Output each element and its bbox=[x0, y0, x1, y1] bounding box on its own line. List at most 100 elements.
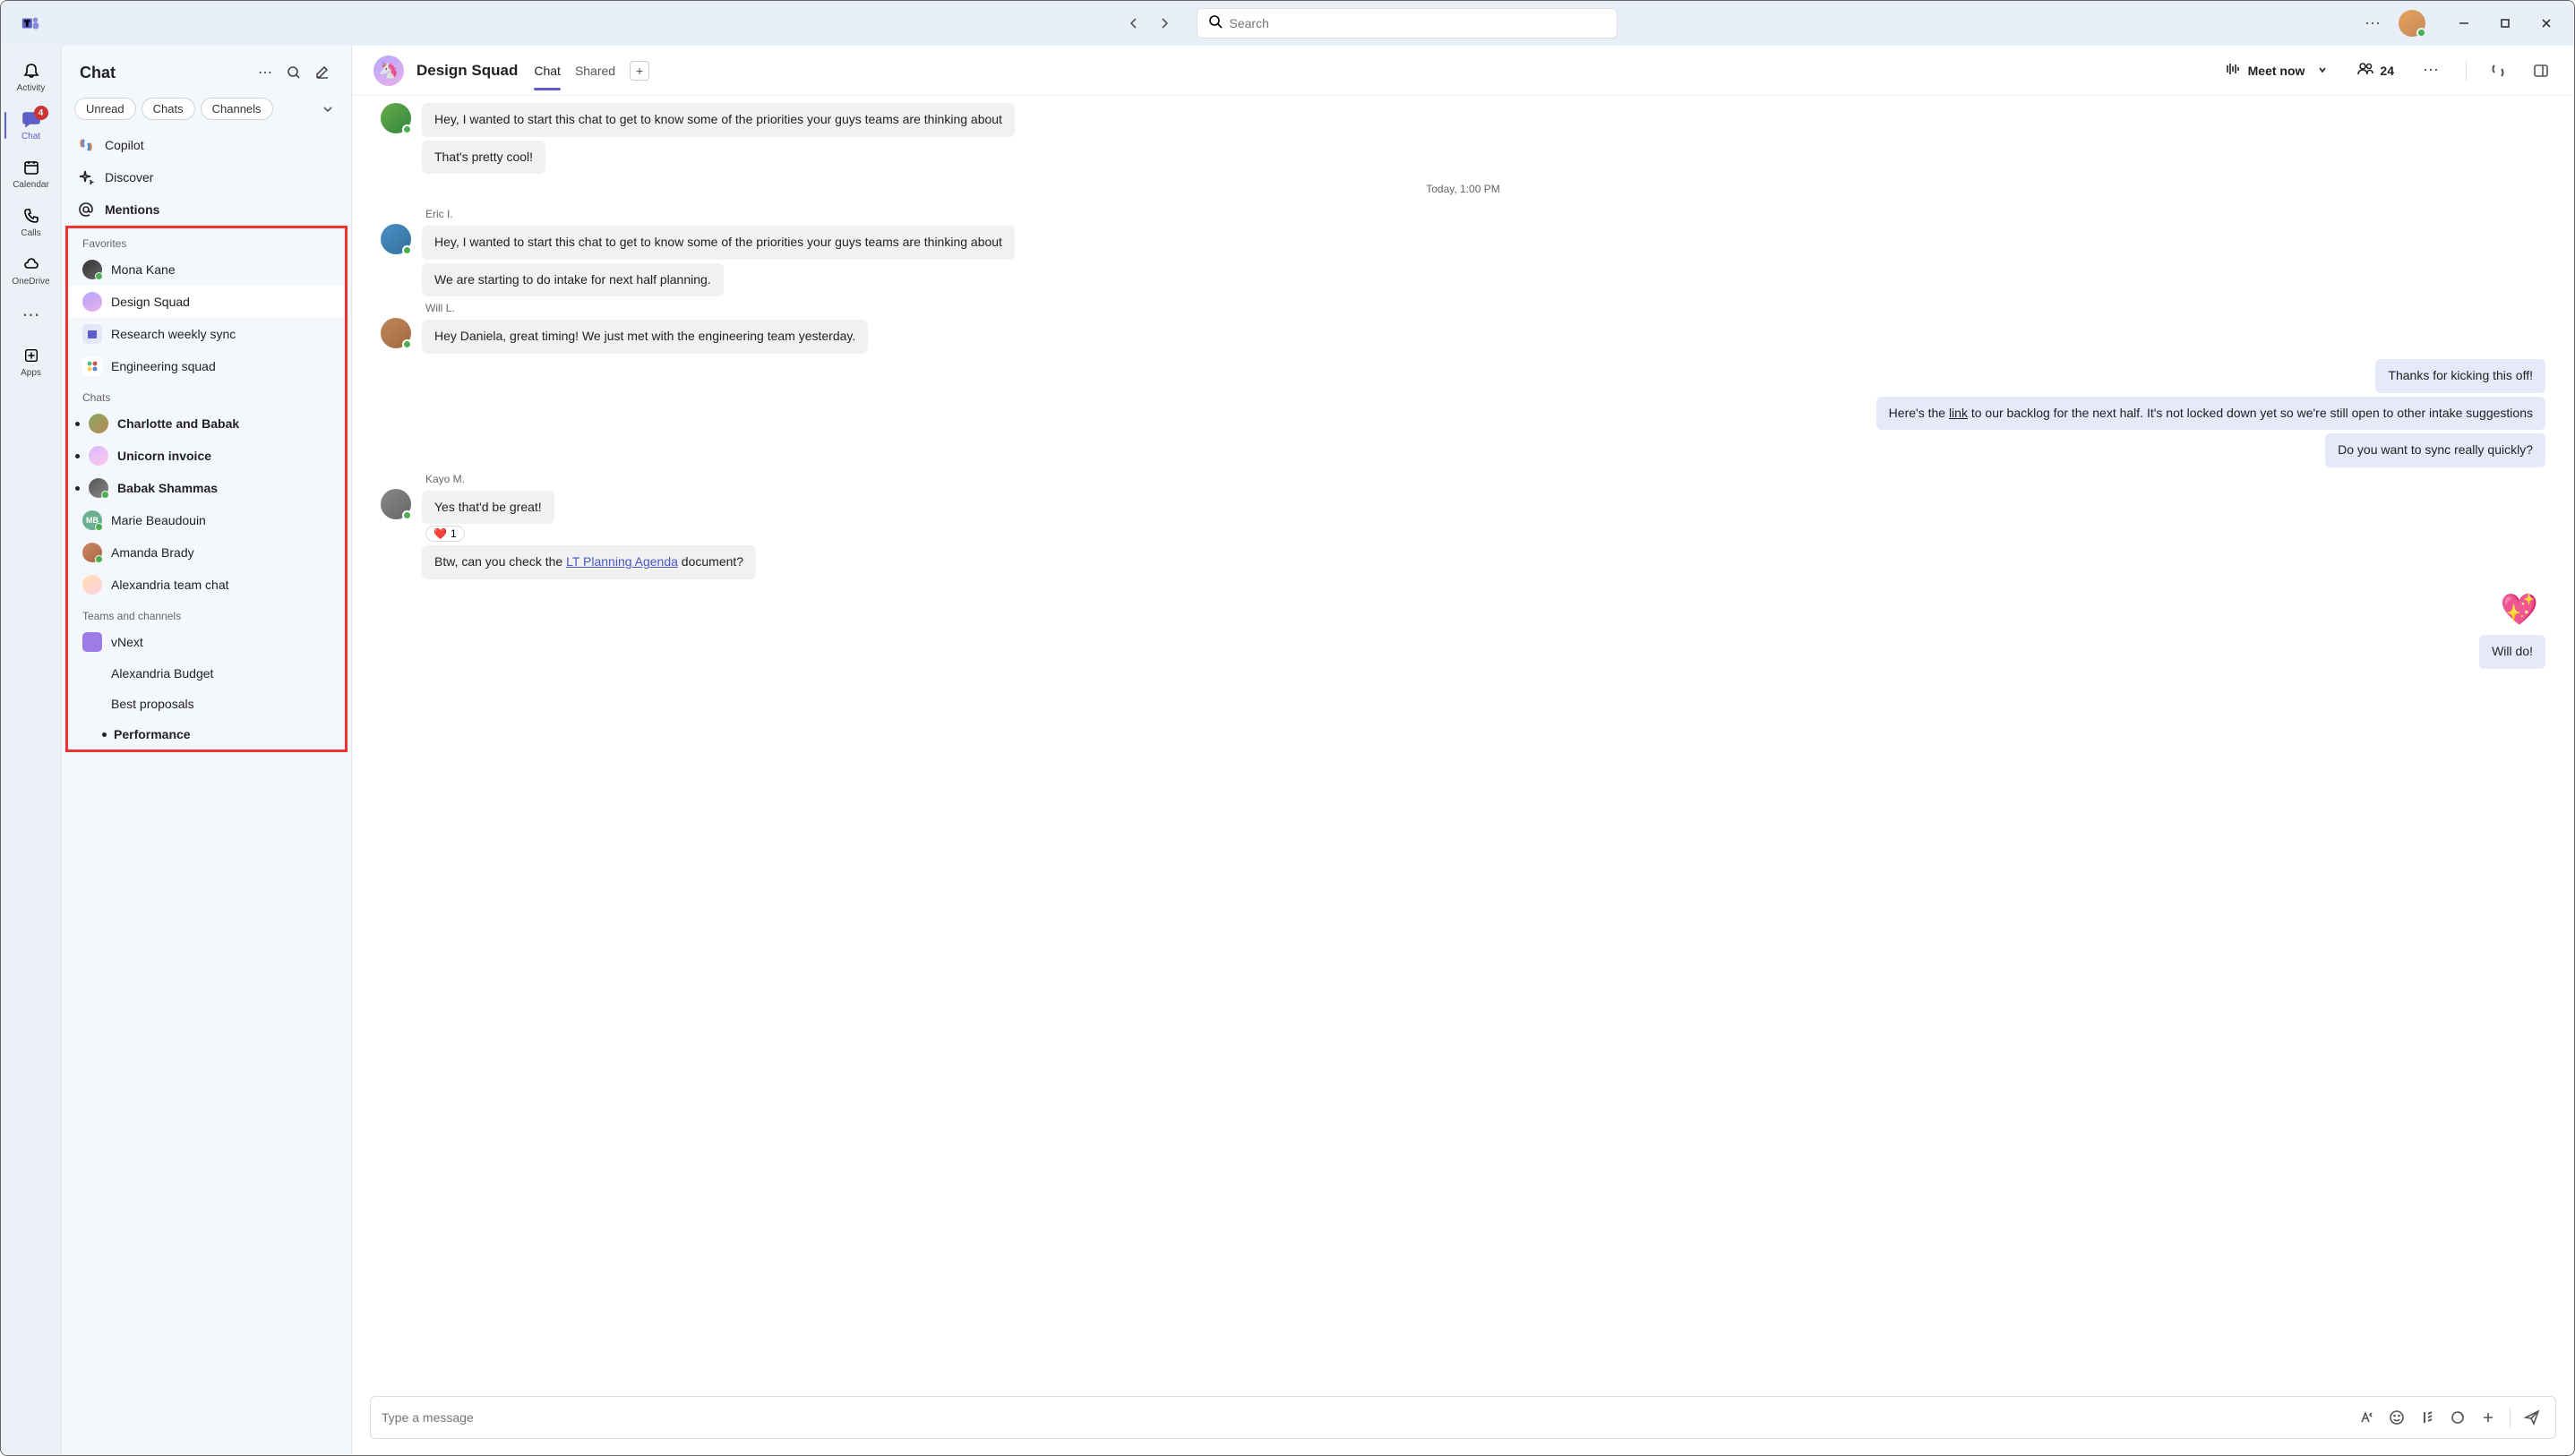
conversation-avatar[interactable]: 🦄 bbox=[373, 56, 404, 86]
team-name: vNext bbox=[111, 635, 143, 649]
quick-discover-label: Discover bbox=[105, 170, 153, 184]
message-bubble[interactable]: Hey, I wanted to start this chat to get … bbox=[422, 103, 1015, 137]
filter-expand-button[interactable] bbox=[317, 98, 339, 120]
message-bubble[interactable]: That's pretty cool! bbox=[422, 141, 545, 175]
message-bubble[interactable]: Will do! bbox=[2479, 635, 2545, 669]
message-group-self: 💖 Will do! bbox=[381, 585, 2545, 669]
settings-more-button[interactable]: ⋯ bbox=[2357, 11, 2388, 37]
copilot-pane-button[interactable] bbox=[2486, 59, 2510, 82]
channel-item[interactable]: Alexandria Budget bbox=[68, 658, 345, 689]
sender-avatar[interactable] bbox=[381, 318, 411, 348]
rail-activity[interactable]: Activity bbox=[4, 53, 58, 101]
chat-item[interactable]: Alexandria team chat bbox=[68, 569, 345, 601]
panel-toggle-button[interactable] bbox=[2529, 59, 2553, 82]
quick-copilot[interactable]: Copilot bbox=[62, 129, 351, 161]
rail-calendar[interactable]: Calendar bbox=[4, 150, 58, 198]
chat-badge: 4 bbox=[34, 106, 48, 120]
sender-avatar[interactable] bbox=[381, 489, 411, 519]
teams-logo-icon: T bbox=[21, 13, 40, 33]
more-icon: ⋯ bbox=[22, 304, 40, 326]
favorite-item[interactable]: Research weekly sync bbox=[68, 318, 345, 350]
favorite-item[interactable]: Design Squad bbox=[68, 286, 345, 318]
mention-icon bbox=[76, 200, 96, 219]
calendar-square-icon bbox=[82, 324, 102, 344]
quick-mentions[interactable]: Mentions bbox=[62, 193, 351, 226]
message-composer[interactable] bbox=[370, 1396, 2556, 1439]
search-input[interactable] bbox=[1230, 16, 1606, 30]
message-group: Will L. Hey Daniela, great timing! We ju… bbox=[381, 302, 2545, 354]
unread-indicator bbox=[75, 454, 80, 458]
filter-chats[interactable]: Chats bbox=[142, 98, 195, 120]
avatar-icon bbox=[82, 543, 102, 562]
loop-button[interactable] bbox=[2445, 1405, 2470, 1430]
channel-item[interactable]: Performance bbox=[68, 719, 345, 749]
filter-unread[interactable]: Unread bbox=[74, 98, 136, 120]
chat-icon: 4 bbox=[21, 109, 41, 129]
chat-list-filter-button[interactable] bbox=[283, 62, 305, 83]
chat-list-more-button[interactable]: ⋯ bbox=[254, 62, 276, 83]
chat-name: Alexandria team chat bbox=[111, 578, 229, 592]
reaction-heart[interactable]: ❤️1 bbox=[425, 526, 465, 542]
rail-chat[interactable]: 4 Chat bbox=[4, 101, 58, 150]
message-bubble[interactable]: Here's the link to our backlog for the n… bbox=[1876, 397, 2545, 431]
chat-item[interactable]: MB Marie Beaudouin bbox=[68, 504, 345, 536]
meet-now-button[interactable]: Meet now bbox=[2225, 61, 2329, 80]
nav-forward-button[interactable] bbox=[1152, 11, 1177, 36]
message-bubble[interactable]: We are starting to do intake for next ha… bbox=[422, 263, 724, 297]
message-bubble[interactable]: Thanks for kicking this off! bbox=[2375, 359, 2545, 393]
tab-shared[interactable]: Shared bbox=[575, 51, 615, 90]
chat-name: Amanda Brady bbox=[111, 545, 194, 560]
window-minimize-button[interactable] bbox=[2443, 5, 2485, 41]
rail-more[interactable]: ⋯ bbox=[4, 295, 58, 330]
teams-section-label: Teams and channels bbox=[68, 601, 345, 626]
composer-input[interactable] bbox=[382, 1410, 2348, 1425]
chat-item[interactable]: Babak Shammas bbox=[68, 472, 345, 504]
presence-available-icon bbox=[2416, 28, 2426, 38]
chat-item[interactable]: Charlotte and Babak bbox=[68, 407, 345, 440]
profile-avatar[interactable] bbox=[2399, 10, 2425, 37]
attach-button[interactable] bbox=[2476, 1405, 2501, 1430]
favorite-item[interactable]: Mona Kane bbox=[68, 253, 345, 286]
favorite-item[interactable]: Engineering squad bbox=[68, 350, 345, 382]
message-group: Kayo M. Yes that'd be great! ❤️1 Btw, ca… bbox=[381, 473, 2545, 579]
window-maximize-button[interactable] bbox=[2485, 5, 2526, 41]
new-chat-button[interactable] bbox=[312, 62, 333, 83]
search-box[interactable] bbox=[1197, 8, 1618, 39]
message-bubble[interactable]: Do you want to sync really quickly? bbox=[2325, 433, 2545, 467]
conversation-panel: 🦄 Design Squad Chat Shared + Meet now 24 bbox=[352, 46, 2574, 1455]
message-bubble[interactable]: Yes that'd be great! bbox=[422, 491, 554, 525]
send-button[interactable] bbox=[2519, 1405, 2545, 1430]
avatar-icon bbox=[82, 260, 102, 279]
message-group: Hey, I wanted to start this chat to get … bbox=[381, 103, 2545, 174]
tab-chat[interactable]: Chat bbox=[534, 51, 561, 90]
conversation-more-button[interactable]: ⋯ bbox=[2419, 57, 2442, 83]
quick-discover[interactable]: Discover bbox=[62, 161, 351, 193]
emoji-reaction: 💖 bbox=[2501, 592, 2545, 628]
doc-link[interactable]: LT Planning Agenda bbox=[566, 554, 678, 569]
window-close-button[interactable] bbox=[2526, 5, 2567, 41]
channel-item[interactable]: Best proposals bbox=[68, 689, 345, 719]
rail-apps[interactable]: Apps bbox=[4, 338, 58, 386]
filter-channels[interactable]: Channels bbox=[201, 98, 273, 120]
participants-button[interactable]: 24 bbox=[2356, 62, 2394, 79]
add-tab-button[interactable]: + bbox=[630, 61, 649, 81]
rail-calls[interactable]: Calls bbox=[4, 198, 58, 246]
emoji-button[interactable] bbox=[2384, 1405, 2409, 1430]
format-button[interactable] bbox=[2354, 1405, 2379, 1430]
sender-avatar[interactable] bbox=[381, 224, 411, 254]
team-item[interactable]: vNext bbox=[68, 626, 345, 658]
inline-link[interactable]: link bbox=[1949, 406, 1968, 420]
nav-back-button[interactable] bbox=[1121, 11, 1146, 36]
chat-item[interactable]: Unicorn invoice bbox=[68, 440, 345, 472]
message-bubble[interactable]: Btw, can you check the LT Planning Agend… bbox=[422, 545, 756, 579]
message-bubble[interactable]: Hey, I wanted to start this chat to get … bbox=[422, 226, 1015, 260]
search-icon bbox=[1208, 14, 1223, 33]
favorite-name: Mona Kane bbox=[111, 262, 176, 277]
sender-avatar[interactable] bbox=[381, 103, 411, 133]
message-group: Eric I. Hey, I wanted to start this chat… bbox=[381, 208, 2545, 296]
chat-item[interactable]: Amanda Brady bbox=[68, 536, 345, 569]
giphy-button[interactable] bbox=[2415, 1405, 2440, 1430]
message-bubble[interactable]: Hey Daniela, great timing! We just met w… bbox=[422, 320, 868, 354]
rail-onedrive-label: OneDrive bbox=[12, 277, 49, 287]
rail-onedrive[interactable]: OneDrive bbox=[4, 246, 58, 295]
